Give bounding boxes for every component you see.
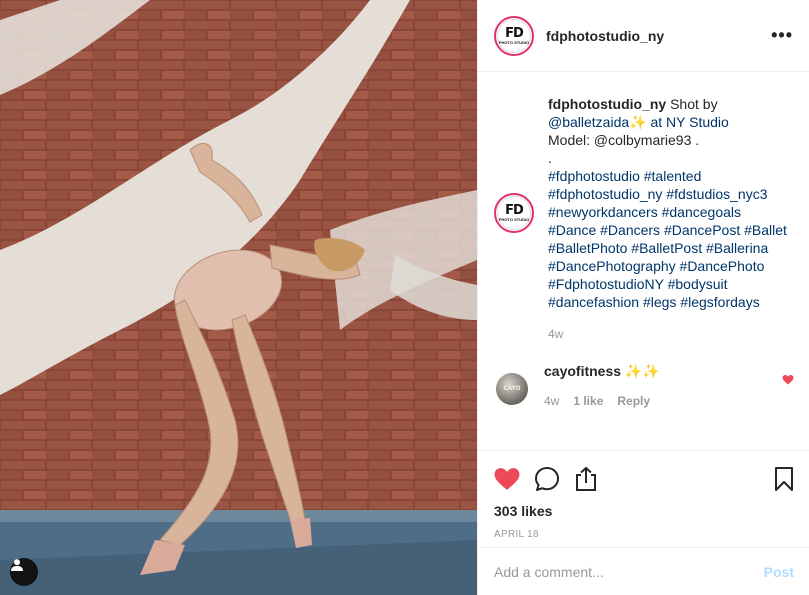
caption-avatar-logo-subtext: PHOTO STUDIO: [498, 217, 530, 222]
caption-avatar[interactable]: FD PHOTO STUDIO: [494, 193, 534, 233]
comment-username[interactable]: cayofitness: [544, 363, 621, 379]
photo-illustration: [0, 0, 477, 595]
hashtag-line-11[interactable]: #dancefashion #legs #legsfordays: [548, 293, 788, 311]
avatar-logo-subtext: PHOTO STUDIO: [498, 39, 530, 45]
caption-line-2: Model: @colbymarie93 .: [548, 132, 700, 148]
caption-line-0: Shot by: [666, 96, 718, 112]
post-actions: 303 likes APRIL 18: [478, 450, 809, 540]
action-icons: [494, 459, 794, 499]
comment-bubble-icon[interactable]: [534, 466, 560, 492]
comment-avatar-text: CAYO: [503, 386, 521, 392]
comment-body: cayofitness ✨✨ 4w 1 like Reply: [544, 363, 660, 408]
comment-like-heart-icon[interactable]: [782, 373, 794, 389]
caption-body: fdphotostudio_ny Shot by @balletzaida✨ a…: [548, 95, 788, 343]
user-icon: [11, 559, 23, 571]
more-options-icon[interactable]: •••: [771, 25, 793, 46]
likes-count[interactable]: 303 likes: [494, 503, 794, 519]
post-photo[interactable]: [0, 0, 477, 595]
hashtag-line-10[interactable]: #FdphotostudioNY #bodysuit: [548, 275, 788, 293]
avatar-logo-text: FD: [505, 25, 524, 41]
comment-avatar[interactable]: CAYO: [496, 373, 528, 405]
tagged-users-button[interactable]: [10, 558, 38, 586]
comment-item: CAYO cayofitness ✨✨ 4w 1 like Reply: [494, 363, 794, 408]
caption-username[interactable]: fdphotostudio_ny: [548, 96, 666, 112]
caption-time[interactable]: 4w: [548, 325, 788, 343]
hashtag-line-7[interactable]: #Dance #Dancers #DancePost #Ballet: [548, 221, 788, 239]
comment-text: ✨✨: [621, 363, 660, 379]
hashtag-line-8[interactable]: #BalletPhoto #BalletPost #Ballerina: [548, 239, 788, 257]
post-comment-button[interactable]: Post: [764, 564, 794, 580]
comment-likes[interactable]: 1 like: [573, 394, 603, 408]
post-date[interactable]: APRIL 18: [494, 529, 794, 540]
add-comment-bar: Post: [478, 547, 809, 595]
comments-section: FD PHOTO STUDIO fdphotostudio_ny Shot by…: [478, 73, 809, 449]
caption-avatar-logo: FD PHOTO STUDIO: [497, 196, 531, 230]
hashtag-line-6[interactable]: #newyorkdancers #dancegoals: [548, 203, 788, 221]
add-comment-input[interactable]: [494, 563, 764, 580]
share-icon[interactable]: [574, 466, 598, 492]
caption-line-1[interactable]: @balletzaida✨ at NY Studio: [548, 113, 788, 131]
post-header: FD PHOTO STUDIO fdphotostudio_ny •••: [478, 0, 809, 72]
comment-meta: 4w 1 like Reply: [544, 394, 660, 408]
header-username[interactable]: fdphotostudio_ny: [546, 28, 664, 44]
caption-avatar-logo-text: FD: [505, 203, 524, 218]
post-side-panel: FD PHOTO STUDIO fdphotostudio_ny ••• FD …: [477, 0, 809, 595]
like-heart-icon[interactable]: [494, 467, 520, 491]
bookmark-icon[interactable]: [774, 466, 794, 492]
profile-avatar[interactable]: FD PHOTO STUDIO: [494, 15, 534, 56]
hashtag-line-5[interactable]: #fdphotostudio_ny #fdstudios_nyc3: [548, 185, 788, 203]
comment-time[interactable]: 4w: [544, 394, 559, 408]
comment-reply-button[interactable]: Reply: [617, 394, 650, 408]
hashtag-line-4[interactable]: #fdphotostudio #talented: [548, 167, 788, 185]
hashtag-line-9[interactable]: #DancePhotography #DancePhoto: [548, 257, 788, 275]
avatar-logo: FD PHOTO STUDIO: [497, 18, 531, 53]
caption: FD PHOTO STUDIO fdphotostudio_ny Shot by…: [494, 89, 794, 343]
caption-line-3: .: [548, 150, 552, 166]
